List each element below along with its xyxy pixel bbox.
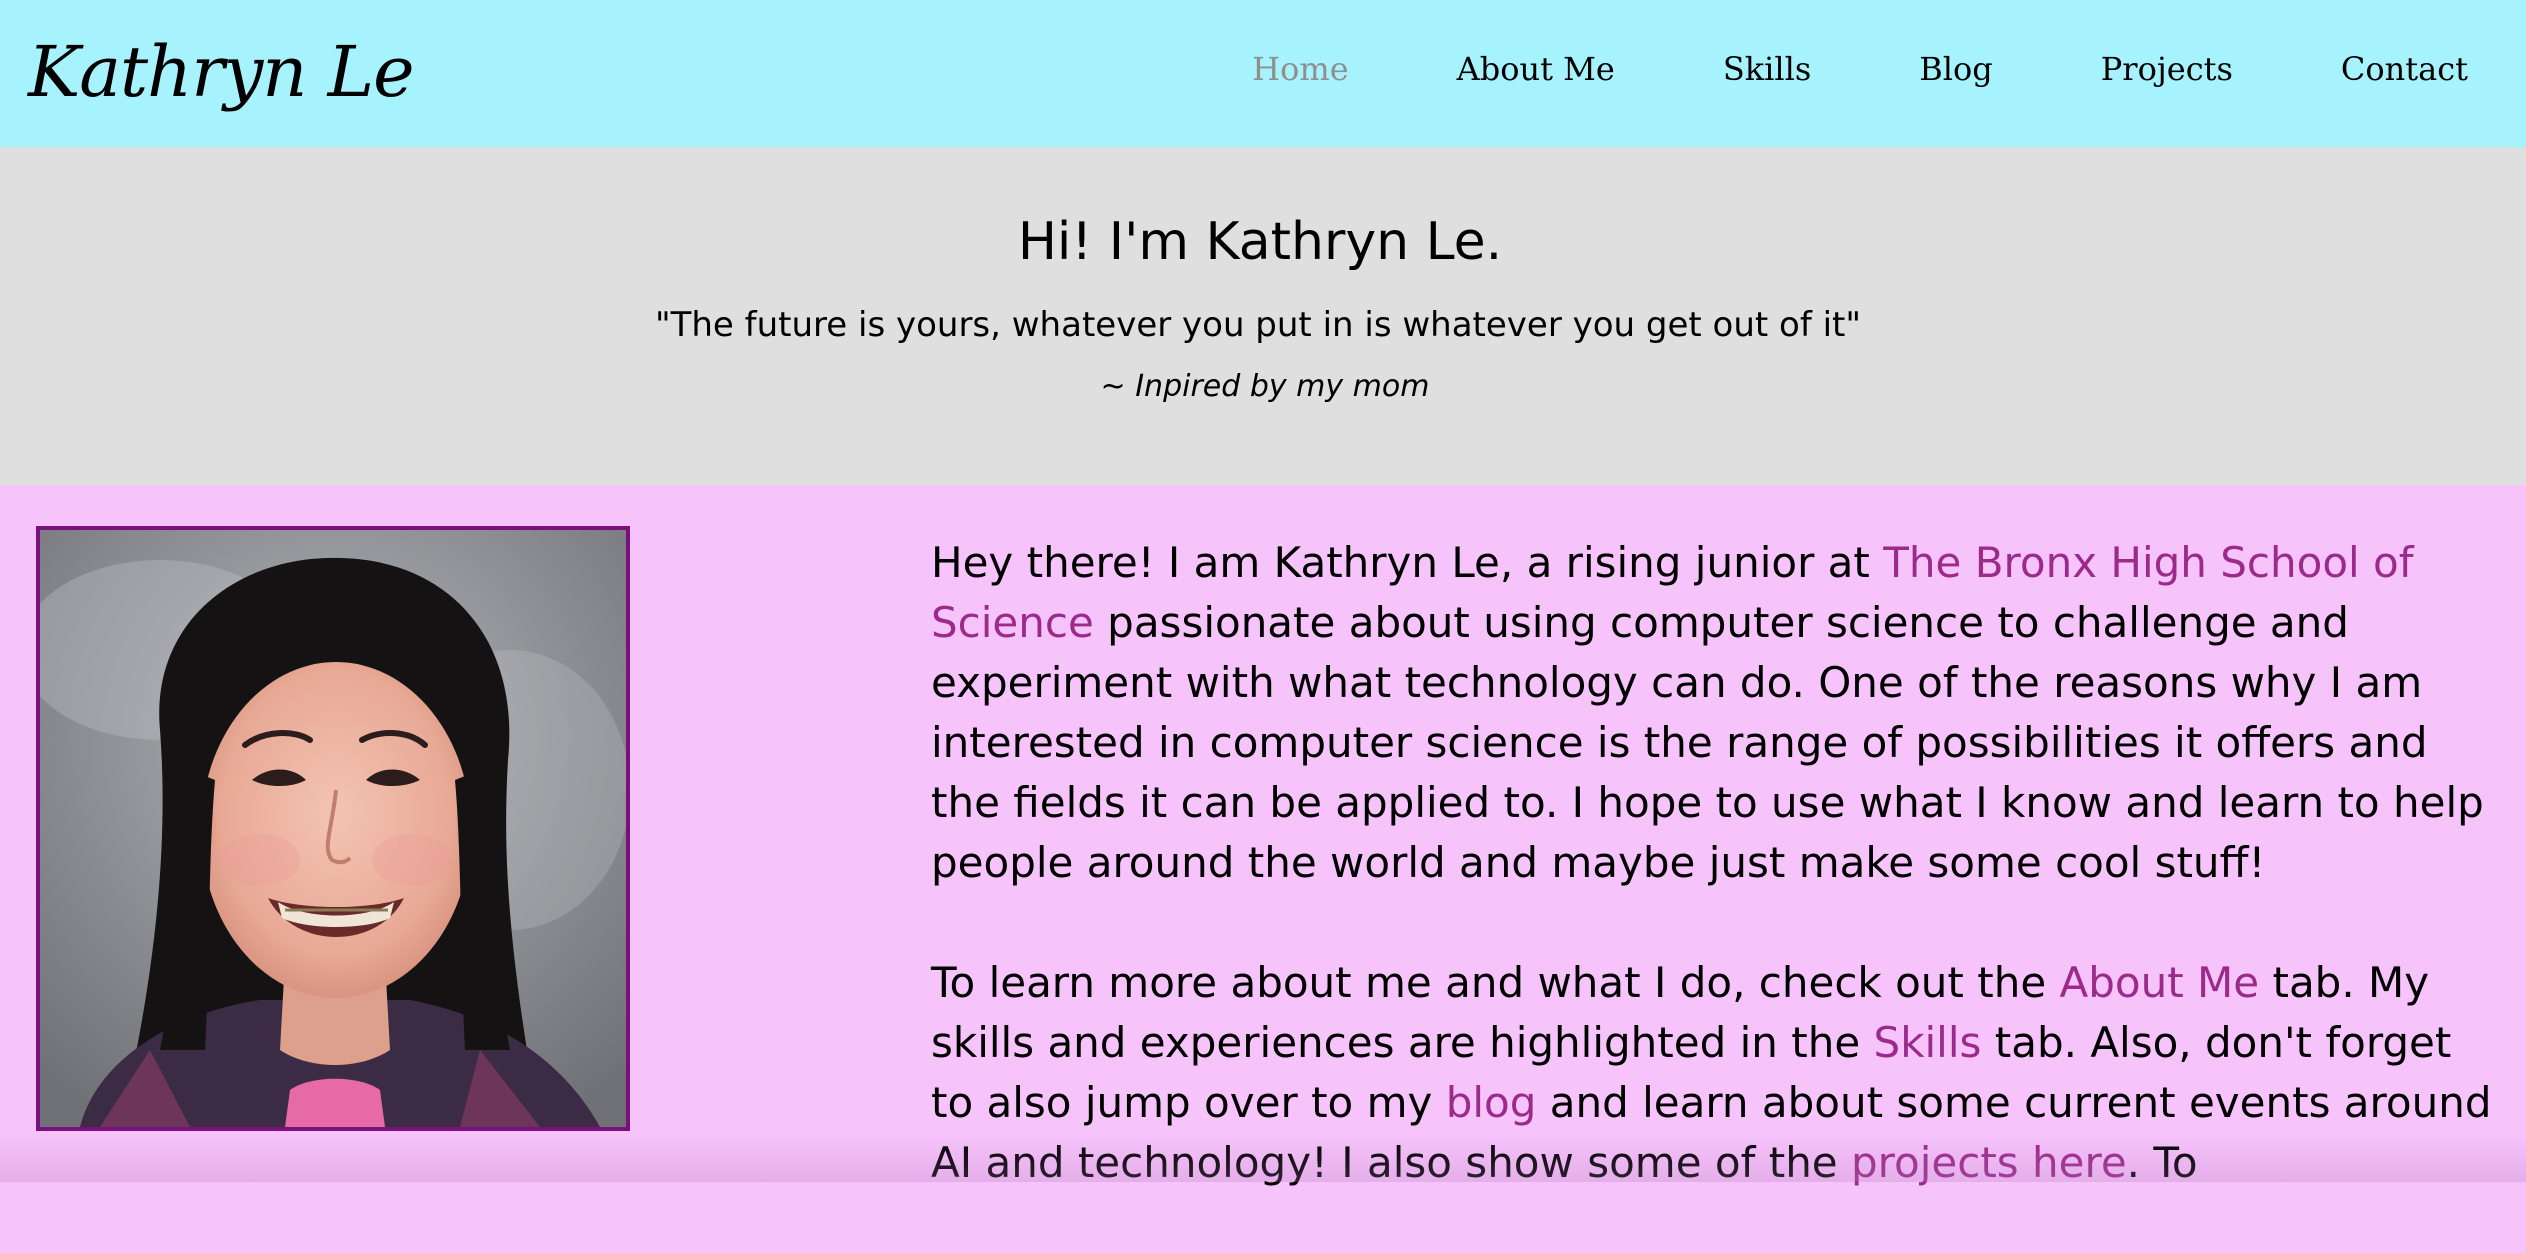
about-me-link[interactable]: About Me (2060, 958, 2260, 1007)
hero-banner: Hi! I'm Kathryn Le. "The future is yours… (0, 147, 2526, 485)
nav-skills[interactable]: Skills (1723, 50, 1811, 88)
top-navbar: Kathryn Le Home About Me Skills Blog Pro… (0, 0, 2526, 147)
bio-paragraph-1: Hey there! I am Kathryn Le, a rising jun… (931, 538, 2484, 887)
projects-link[interactable]: projects here (1851, 1138, 2127, 1187)
blog-link[interactable]: blog (1446, 1078, 1537, 1127)
site-logo[interactable]: Kathryn Le (28, 22, 414, 122)
skills-link[interactable]: Skills (1874, 1018, 1982, 1067)
profile-photo (36, 526, 630, 1131)
nav-home[interactable]: Home (1252, 50, 1348, 88)
hero-quote: "The future is yours, whatever you put i… (654, 305, 1862, 345)
nav-about-me[interactable]: About Me (1457, 50, 1615, 88)
nav-blog[interactable]: Blog (1919, 50, 1993, 88)
quote-attribution: ~ Inpired by my mom (1100, 369, 1430, 404)
main-nav: Home About Me Skills Blog Projects Conta… (1252, 0, 2468, 137)
intro-section: Hey there! I am Kathryn Le, a rising jun… (0, 485, 2526, 1187)
portrait-image (40, 530, 626, 1127)
nav-projects[interactable]: Projects (2101, 50, 2233, 88)
bio-paragraph-2: To learn more about me and what I do, ch… (931, 958, 2492, 1187)
bio-text: Hey there! I am Kathryn Le, a rising jun… (931, 533, 2501, 1253)
nav-contact[interactable]: Contact (2341, 50, 2468, 88)
hero-title: Hi! I'm Kathryn Le. (1017, 212, 1503, 272)
